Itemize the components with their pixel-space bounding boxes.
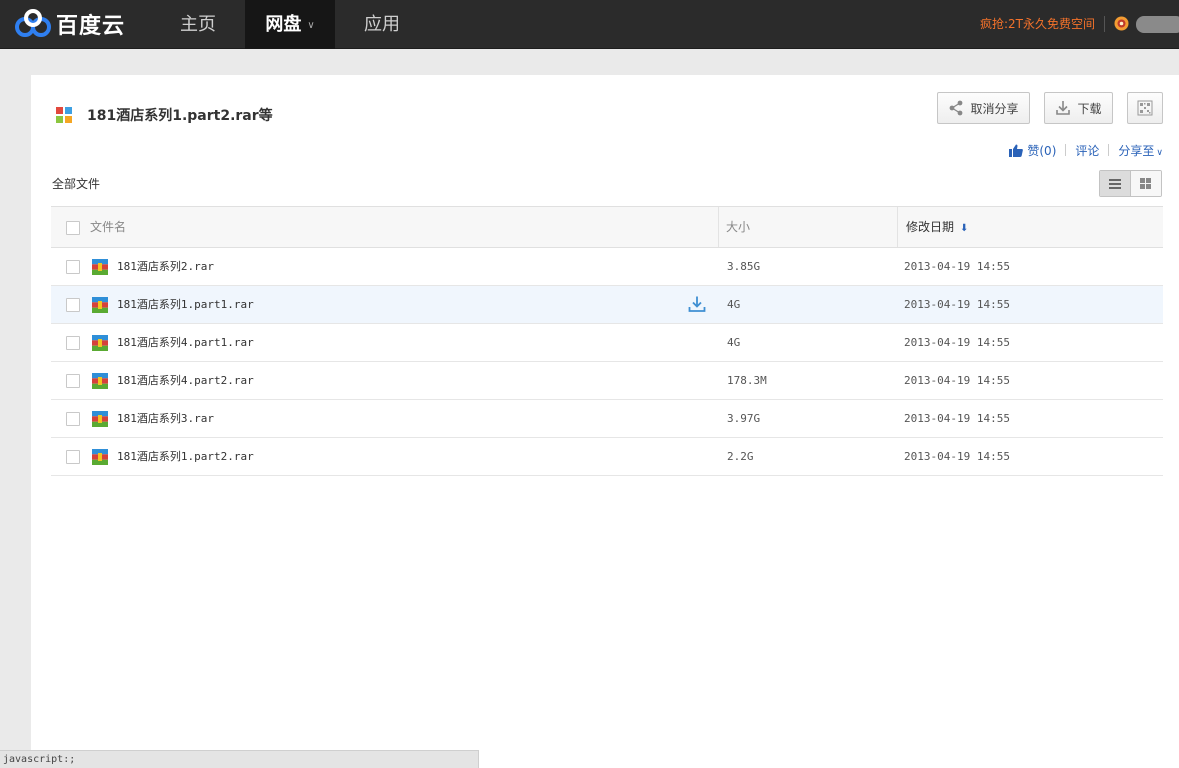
- grid-view-button[interactable]: [1130, 171, 1161, 196]
- file-name[interactable]: 181酒店系列4.part2.rar: [117, 362, 254, 400]
- row-checkbox[interactable]: [66, 298, 80, 312]
- column-header-modified[interactable]: 修改日期 ⬇: [906, 207, 968, 247]
- table-row[interactable]: 181酒店系列1.part2.rar 2.2G 2013-04-19 14:55: [51, 438, 1163, 476]
- browser-status-bar: javascript:;: [0, 750, 479, 768]
- cancel-share-label: 取消分享: [970, 101, 1019, 116]
- row-checkbox[interactable]: [66, 374, 80, 388]
- column-header-modified-label: 修改日期: [906, 220, 955, 234]
- social-actions: 赞(0) 评论 分享至 ∨: [1009, 142, 1163, 158]
- file-name[interactable]: 181酒店系列1.part1.rar: [117, 286, 254, 324]
- file-date: 2013-04-19 14:55: [904, 374, 1010, 387]
- chevron-down-icon: ∨: [307, 20, 315, 31]
- file-name[interactable]: 181酒店系列1.part2.rar: [117, 438, 254, 476]
- nav-netdisk-label: 网盘: [265, 14, 302, 35]
- file-size: 4G: [727, 298, 741, 311]
- table-row[interactable]: 181酒店系列1.part1.rar 4G 2013-04-19 14:55: [51, 286, 1163, 324]
- comment-link[interactable]: 评论: [1075, 142, 1099, 159]
- baidu-cloud-logo[interactable]: 百度云: [14, 8, 125, 40]
- like-count: 赞(0): [1027, 143, 1057, 158]
- share-header: 181酒店系列1.part2.rar等: [56, 106, 273, 124]
- download-label: 下载: [1077, 101, 1102, 116]
- rar-file-icon: [92, 373, 108, 389]
- share-to-dropdown[interactable]: 分享至 ∨: [1118, 142, 1163, 159]
- file-size: 3.97G: [727, 412, 761, 425]
- download-button[interactable]: 下载: [1044, 92, 1113, 124]
- social-divider: [1065, 144, 1067, 156]
- cancel-share-button[interactable]: 取消分享: [937, 92, 1030, 124]
- table-header: 文件名 大小 修改日期 ⬇: [51, 206, 1163, 248]
- file-date: 2013-04-19 14:55: [904, 260, 1010, 273]
- row-checkbox[interactable]: [66, 336, 80, 350]
- select-all-checkbox[interactable]: [66, 221, 80, 235]
- file-size: 2.2G: [727, 450, 754, 463]
- rar-file-icon: [92, 259, 108, 275]
- row-checkbox[interactable]: [66, 260, 80, 274]
- breadcrumb[interactable]: 全部文件: [52, 175, 100, 192]
- cloud-logo-icon: [15, 9, 51, 37]
- file-date: 2013-04-19 14:55: [904, 336, 1010, 349]
- multi-file-icon: [56, 107, 72, 123]
- row-checkbox[interactable]: [66, 450, 80, 464]
- share-title: 181酒店系列1.part2.rar等: [87, 108, 273, 124]
- file-name[interactable]: 181酒店系列4.part1.rar: [117, 324, 254, 362]
- nav-home[interactable]: 主页: [160, 0, 236, 49]
- social-divider: [1108, 144, 1110, 156]
- file-date: 2013-04-19 14:55: [904, 450, 1010, 463]
- file-name[interactable]: 181酒店系列2.rar: [117, 248, 214, 286]
- file-table: 文件名 大小 修改日期 ⬇ 181酒店系列2.rar 3.85G 2013-04-…: [51, 206, 1163, 476]
- file-date: 2013-04-19 14:55: [904, 412, 1010, 425]
- column-divider: [718, 207, 719, 247]
- column-divider: [897, 207, 898, 247]
- nav-netdisk[interactable]: 网盘 ∨: [245, 0, 335, 49]
- rar-file-icon: [92, 449, 108, 465]
- table-row[interactable]: 181酒店系列2.rar 3.85G 2013-04-19 14:55: [51, 248, 1163, 286]
- qrcode-icon: [1137, 100, 1153, 116]
- like-button[interactable]: 赞(0): [1009, 142, 1056, 159]
- file-date: 2013-04-19 14:55: [904, 298, 1010, 311]
- table-row[interactable]: 181酒店系列4.part2.rar 178.3M 2013-04-19 14:…: [51, 362, 1163, 400]
- table-row[interactable]: 181酒店系列3.rar 3.97G 2013-04-19 14:55: [51, 400, 1163, 438]
- rar-file-icon: [92, 297, 108, 313]
- file-size: 178.3M: [727, 374, 767, 387]
- list-view-button[interactable]: [1100, 171, 1131, 196]
- share-icon: [950, 100, 963, 116]
- sort-desc-icon: ⬇: [960, 223, 969, 234]
- list-view-icon: [1108, 178, 1121, 189]
- share-to-label: 分享至: [1118, 143, 1155, 158]
- nav-apps[interactable]: 应用: [344, 0, 420, 49]
- table-row[interactable]: 181酒店系列4.part1.rar 4G 2013-04-19 14:55: [51, 324, 1163, 362]
- row-checkbox[interactable]: [66, 412, 80, 426]
- file-size: 3.85G: [727, 260, 761, 273]
- row-download-icon[interactable]: [688, 296, 706, 312]
- view-toggle: [1099, 170, 1162, 197]
- file-name[interactable]: 181酒店系列3.rar: [117, 400, 214, 438]
- chevron-down-icon: ∨: [1156, 147, 1163, 158]
- qrcode-button[interactable]: [1127, 92, 1163, 124]
- thumbs-up-icon: [1009, 144, 1024, 157]
- promo-link[interactable]: 疯抢:2T永久免费空间: [980, 0, 1095, 49]
- grid-view-icon: [1140, 178, 1152, 189]
- top-divider: [1104, 16, 1105, 32]
- rar-file-icon: [92, 335, 108, 351]
- user-avatar-blurred[interactable]: [1136, 16, 1179, 33]
- column-header-size[interactable]: 大小: [726, 207, 750, 247]
- share-panel: 181酒店系列1.part2.rar等 取消分享 下载 赞(0) 评论 分享至 …: [31, 75, 1179, 768]
- download-icon: [1056, 101, 1071, 115]
- rar-file-icon: [92, 411, 108, 427]
- top-navbar: 百度云 主页 网盘 ∨ 应用 疯抢:2T永久免费空间: [0, 0, 1179, 49]
- column-header-name[interactable]: 文件名: [90, 207, 126, 247]
- file-size: 4G: [727, 336, 741, 349]
- gift-icon[interactable]: [1114, 16, 1129, 31]
- brand-name: 百度云: [56, 14, 126, 39]
